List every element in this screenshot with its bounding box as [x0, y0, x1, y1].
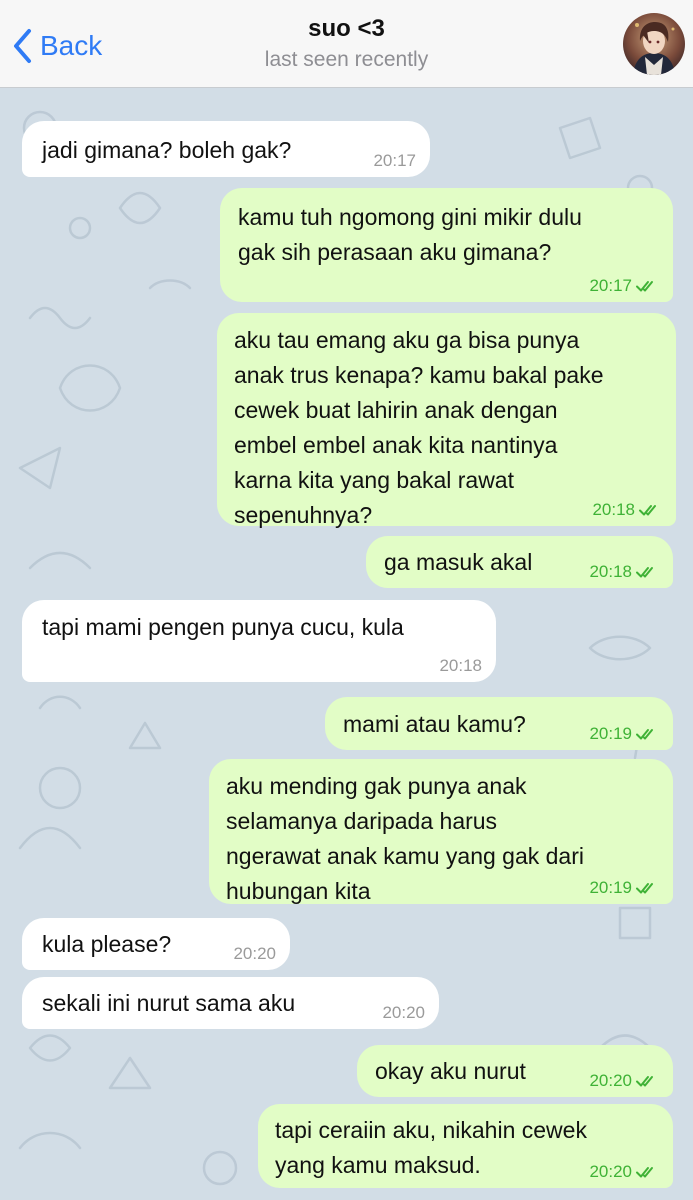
message-time: 20:20 [589, 1162, 632, 1181]
message-time: 20:18 [592, 500, 635, 519]
outgoing-message[interactable]: kamu tuh ngomong gini mikir dulu gak sih… [220, 188, 673, 302]
contact-status: last seen recently [264, 48, 429, 71]
avatar[interactable] [623, 13, 685, 75]
message-time: 20:20 [382, 1003, 425, 1022]
outgoing-message[interactable]: aku tau emang aku ga bisa punya anak tru… [217, 313, 676, 528]
message-time: 20:20 [589, 1071, 632, 1090]
chat-header: Back suo <3 last seen recently [0, 0, 693, 88]
back-label: Back [40, 30, 103, 61]
message-text: sekali ini nurut sama aku [42, 990, 296, 1016]
message-text: ga masuk akal [384, 549, 533, 575]
message-time: 20:19 [589, 878, 632, 897]
message-meta: 20:19 [589, 724, 659, 744]
message-meta: 20:17 [373, 151, 416, 171]
message-time: 20:18 [439, 656, 482, 675]
read-receipt-icon [636, 729, 653, 740]
outgoing-message[interactable]: mami atau kamu? 20:19 [325, 697, 673, 750]
read-receipt-icon [636, 1167, 653, 1178]
read-receipt-icon [636, 1076, 653, 1087]
contact-info[interactable]: suo <3 last seen recently [0, 14, 693, 74]
message-meta: 20:18 [589, 562, 659, 582]
back-button[interactable]: Back [10, 26, 102, 66]
avatar-image [623, 13, 685, 75]
message-text: okay aku nurut [375, 1058, 526, 1084]
read-receipt-icon [639, 505, 656, 516]
message-time: 20:19 [589, 724, 632, 743]
incoming-message[interactable]: kula please? 20:20 [22, 918, 290, 970]
message-meta: 20:20 [233, 944, 276, 964]
message-meta: 20:20 [382, 1003, 425, 1023]
message-list[interactable]: jadi gimana? boleh gak? 20:17 kamu tuh ngo… [0, 88, 693, 1200]
message-time: 20:17 [373, 151, 416, 170]
message-text: kamu tuh ngomong gini mikir dulu gak sih… [238, 204, 582, 265]
outgoing-message[interactable]: okay aku nurut 20:20 [357, 1045, 673, 1097]
incoming-message[interactable]: sekali ini nurut sama aku 20:20 [22, 977, 439, 1029]
message-meta: 20:18 [592, 500, 662, 520]
message-meta: 20:20 [589, 1071, 659, 1091]
message-meta: 20:20 [589, 1162, 659, 1182]
message-text: tapi mami pengen punya cucu, kula [42, 614, 404, 640]
message-text: mami atau kamu? [343, 711, 526, 737]
message-time: 20:17 [589, 276, 632, 295]
contact-name: suo <3 [308, 15, 385, 42]
read-receipt-icon [636, 567, 653, 578]
message-meta: 20:18 [439, 656, 482, 676]
message-text: jadi gimana? boleh gak? [42, 137, 292, 163]
read-receipt-icon [636, 883, 653, 894]
outgoing-message[interactable]: aku mending gak punya anak selamanya dar… [209, 759, 673, 904]
outgoing-message[interactable]: tapi ceraiin aku, nikahin cewek yang kam… [258, 1104, 673, 1188]
incoming-message[interactable]: tapi mami pengen punya cucu, kula 20:18 [22, 600, 496, 682]
message-meta: 20:17 [589, 276, 659, 296]
read-receipt-icon [636, 281, 653, 292]
message-meta: 20:19 [589, 878, 659, 898]
message-text: kula please? [42, 931, 172, 957]
chevron-left-icon [14, 29, 31, 63]
incoming-message[interactable]: jadi gimana? boleh gak? 20:17 [22, 121, 430, 177]
outgoing-message[interactable]: ga masuk akal 20:18 [366, 536, 673, 588]
message-time: 20:18 [589, 562, 632, 581]
message-time: 20:20 [233, 944, 276, 963]
